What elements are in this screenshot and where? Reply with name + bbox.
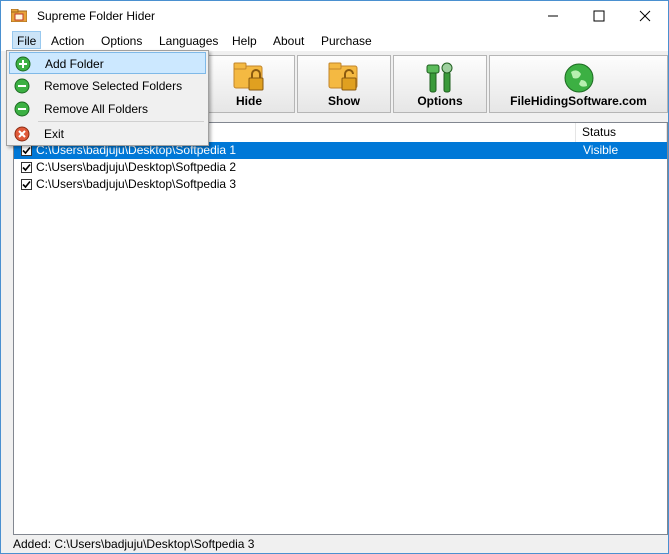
maximize-button[interactable] xyxy=(576,1,622,31)
show-button-label: Show xyxy=(328,94,360,108)
menu-item-exit[interactable]: Exit xyxy=(9,123,206,145)
status-text: Added: C:\Users\badjuju\Desktop\Softpedi… xyxy=(13,537,255,551)
menu-item-remove-all[interactable]: Remove All Folders xyxy=(9,98,206,120)
checkmark-icon xyxy=(22,163,31,172)
menu-help[interactable]: Help xyxy=(232,34,257,48)
table-row[interactable]: C:\Users\badjuju\Desktop\Softpedia 2 xyxy=(14,159,667,176)
menu-item-label: Remove Selected Folders xyxy=(44,79,183,93)
app-folder-icon xyxy=(11,9,27,22)
options-button[interactable]: Options xyxy=(393,55,487,113)
folder-unlock-icon xyxy=(328,62,358,91)
minimize-icon xyxy=(548,15,558,17)
status-bar: Added: C:\Users\badjuju\Desktop\Softpedi… xyxy=(1,535,668,553)
tools-icon xyxy=(426,62,453,93)
row-path: C:\Users\badjuju\Desktop\Softpedia 2 xyxy=(36,160,237,174)
menu-file[interactable]: File xyxy=(12,31,42,49)
website-button-label: FileHidingSoftware.com xyxy=(510,94,647,108)
row-checkbox[interactable] xyxy=(21,179,32,190)
options-button-label: Options xyxy=(417,94,463,108)
menu-about[interactable]: About xyxy=(273,34,304,48)
menu-item-label: Exit xyxy=(44,127,65,141)
close-button[interactable] xyxy=(622,1,668,31)
row-checkbox[interactable] xyxy=(21,145,32,156)
column-header-status[interactable]: Status xyxy=(576,123,667,142)
menu-purchase[interactable]: Purchase xyxy=(321,34,372,48)
hide-button[interactable]: Hide xyxy=(203,55,295,113)
folder-lock-icon xyxy=(233,62,264,91)
menu-item-remove-selected[interactable]: Remove Selected Folders xyxy=(9,75,206,97)
menu-languages[interactable]: Languages xyxy=(159,34,218,48)
green-minus-icon xyxy=(14,78,30,94)
green-minus-icon xyxy=(14,101,30,117)
file-menu-dropdown: Add Folder Remove Selected Folders Remov… xyxy=(6,50,209,146)
maximize-icon xyxy=(593,10,605,22)
window-title: Supreme Folder Hider xyxy=(37,9,156,23)
table-row[interactable]: C:\Users\badjuju\Desktop\Softpedia 3 xyxy=(14,176,667,193)
website-button[interactable]: FileHidingSoftware.com xyxy=(489,55,668,113)
menu-separator xyxy=(38,121,204,122)
globe-icon xyxy=(564,63,593,93)
minimize-button[interactable] xyxy=(530,1,576,31)
title-bar: Supreme Folder Hider xyxy=(1,1,668,31)
folder-list[interactable]: Status C:\Users\badjuju\Desktop\Softpedi… xyxy=(13,122,668,535)
app-window: Supreme Folder Hider File Action Options… xyxy=(0,0,669,554)
hide-button-label: Hide xyxy=(235,94,262,108)
show-button[interactable]: Show xyxy=(297,55,391,113)
green-plus-icon xyxy=(15,56,31,72)
menu-item-add-folder[interactable]: Add Folder xyxy=(9,52,206,74)
close-icon xyxy=(639,10,651,22)
checkmark-icon xyxy=(22,180,31,189)
menu-item-label: Add Folder xyxy=(45,57,104,71)
row-checkbox[interactable] xyxy=(21,162,32,173)
menu-action[interactable]: Action xyxy=(51,34,84,48)
row-status: Visible xyxy=(583,143,619,157)
menu-item-label: Remove All Folders xyxy=(44,102,149,116)
menu-options[interactable]: Options xyxy=(101,34,142,48)
checkmark-icon xyxy=(22,146,31,155)
row-path: C:\Users\badjuju\Desktop\Softpedia 3 xyxy=(36,177,237,191)
menu-bar: File Action Options Languages Help About… xyxy=(1,31,668,51)
red-exit-icon xyxy=(14,126,30,142)
